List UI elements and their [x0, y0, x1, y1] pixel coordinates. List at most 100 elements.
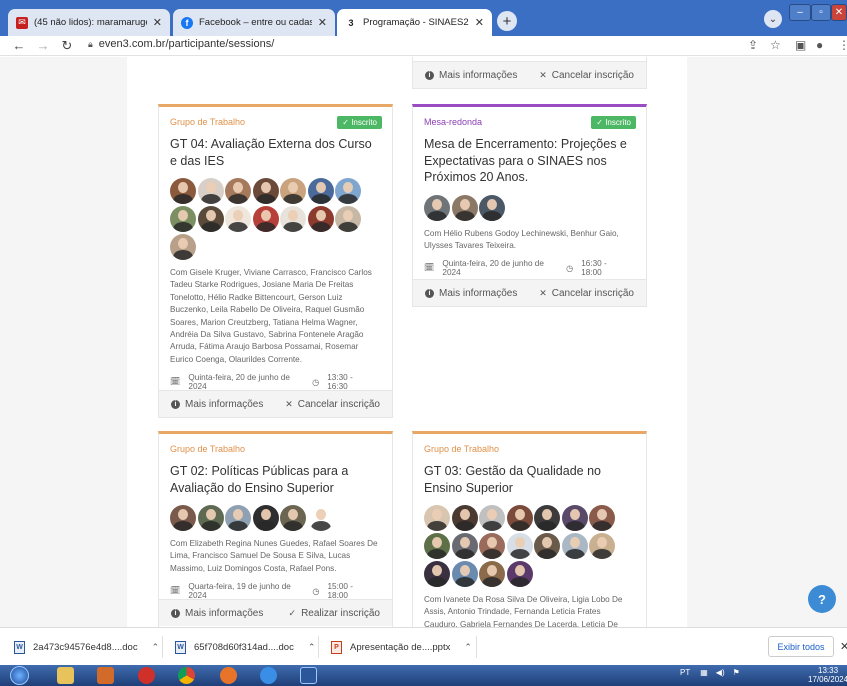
network-icon[interactable]: ▦ — [700, 668, 708, 677]
tab-facebook[interactable]: f Facebook – entre ou cadastre-se ✕ — [173, 9, 335, 36]
new-tab-button[interactable]: + — [497, 11, 517, 31]
more-info-link[interactable]: i Mais informações — [425, 288, 517, 299]
windows-taskbar: PT ▦ ◀) ⚑ 13:33 17/06/2024 — [0, 665, 847, 686]
bookmark-star-icon[interactable]: ☆ — [770, 38, 781, 52]
session-date: Quinta-feira, 20 de junho de 2024 — [442, 259, 544, 278]
downloads-bar: W 2a473c94576e4d8....doc ⌃ W 65f708d60f3… — [0, 627, 847, 665]
avatar — [589, 533, 615, 559]
tab-programacao[interactable]: 3 Programação - SINAES20ANOS ✕ — [337, 9, 492, 36]
word-icon[interactable] — [300, 667, 317, 684]
firefox-icon[interactable] — [220, 667, 237, 684]
language-indicator[interactable]: PT — [680, 668, 690, 677]
avatar — [197, 505, 224, 531]
reload-icon[interactable]: ↻ — [58, 38, 76, 54]
card-actions: i Mais informações ✕ Cancelar inscrição — [413, 279, 646, 306]
volume-icon[interactable]: ◀) — [716, 668, 725, 677]
card-actions: i Mais informações ✕ Cancelar inscrição — [159, 390, 392, 417]
download-item[interactable]: W 65f708d60f314ad....doc ⌃ — [175, 639, 315, 655]
close-window-icon[interactable]: ✕ — [831, 4, 847, 21]
speaker-avatars — [424, 505, 634, 589]
avatar — [534, 505, 560, 531]
minimize-window-icon[interactable]: – — [789, 4, 811, 21]
speakers-list: Com Hélio Rubens Godoy Lechinewski, Benh… — [424, 228, 619, 250]
clock-date: 17/06/2024 — [808, 675, 847, 684]
avatar — [479, 533, 505, 559]
card-actions: i Mais informações ✕ Cancelar inscrição — [413, 61, 646, 88]
close-tab-icon[interactable]: ✕ — [153, 16, 162, 29]
avatar — [170, 178, 196, 204]
clock-time: 13:33 — [818, 666, 839, 675]
show-all-downloads-button[interactable]: Exibir todos — [768, 636, 834, 657]
chrome-icon[interactable] — [178, 667, 195, 684]
media-player-icon[interactable] — [97, 667, 114, 684]
session-datetime: 🗓︎ Quarta-feira, 19 de junho de 2024 ◷ 15:… — [170, 582, 381, 600]
session-title: GT 02: Políticas Públicas para a Avaliaç… — [170, 464, 349, 495]
avatar — [197, 178, 224, 204]
session-date: Quinta-feira, 20 de junho de 2024 — [188, 373, 290, 392]
internet-explorer-icon[interactable] — [260, 667, 277, 684]
avatar — [424, 533, 450, 559]
speaker-avatars — [170, 178, 380, 262]
file-explorer-icon[interactable] — [57, 667, 74, 684]
cancel-registration-link[interactable]: ✕ Cancelar inscrição — [539, 288, 634, 299]
help-chat-button[interactable]: ? — [808, 585, 836, 613]
avatar — [307, 206, 334, 232]
download-filename: 2a473c94576e4d8....doc — [33, 641, 138, 653]
avatar — [451, 561, 478, 587]
tab-title: Programação - SINAES20ANOS — [363, 17, 469, 28]
share-icon[interactable]: ⇪ — [748, 38, 758, 52]
chevron-up-icon[interactable]: ⌃ — [464, 642, 472, 653]
badge-label: Inscrito — [605, 118, 631, 127]
menu-kebab-icon[interactable]: ⋮ — [838, 38, 847, 52]
chevron-up-icon[interactable]: ⌃ — [308, 642, 316, 653]
close-tab-icon[interactable]: ✕ — [318, 16, 327, 29]
more-info-label: Mais informações — [185, 398, 264, 410]
avatar — [424, 194, 450, 221]
speaker-avatars — [424, 194, 634, 223]
avatar — [589, 505, 615, 531]
session-card-gt03: Grupo de Trabalho GT 03: Gestão da Quali… — [412, 431, 647, 627]
maximize-window-icon[interactable]: ▫ — [811, 4, 831, 21]
session-time: 13:30 - 16:30 — [327, 373, 353, 392]
forward-arrow-icon[interactable]: → — [34, 38, 52, 53]
avatar — [280, 206, 306, 232]
download-item[interactable]: P Apresentação de....pptx ⌃ — [331, 639, 472, 655]
cancel-registration-link[interactable]: ✕ Cancelar inscrição — [539, 70, 634, 81]
card-actions: i Mais informações ✓ Realizar inscrição — [159, 599, 392, 626]
cancel-label: Cancelar inscrição — [297, 398, 380, 410]
avatar — [506, 505, 533, 531]
close-tab-icon[interactable]: ✕ — [475, 16, 484, 29]
close-downloads-icon[interactable]: ✕ — [840, 640, 847, 653]
tab-search-chevron-icon[interactable]: ⌄ — [764, 10, 782, 28]
side-panel-icon[interactable]: ▣ — [795, 38, 806, 52]
cancel-registration-link[interactable]: ✕ Cancelar inscrição — [285, 399, 380, 410]
calendar-icon: 🗓︎ — [424, 263, 435, 273]
chevron-up-icon[interactable]: ⌃ — [152, 642, 160, 653]
opera-icon[interactable] — [138, 667, 155, 684]
info-icon: i — [425, 288, 434, 298]
cancel-label: Cancelar inscrição — [551, 69, 634, 81]
more-info-label: Mais informações — [185, 607, 264, 619]
session-card-gt04: Grupo de Trabalho ✓ Inscrito GT 04: Aval… — [158, 104, 393, 418]
download-item[interactable]: W 2a473c94576e4d8....doc ⌃ — [14, 639, 159, 655]
register-link[interactable]: ✓ Realizar inscrição — [289, 608, 380, 619]
lock-icon: 🔒︎ — [88, 38, 93, 49]
clock-icon: ◷ — [312, 587, 320, 597]
taskbar-clock[interactable]: 13:33 17/06/2024 — [808, 666, 847, 684]
avatar — [335, 206, 361, 232]
address-bar[interactable]: 🔒︎ even3.com.br/participante/sessions/ — [88, 38, 274, 50]
avatar — [252, 206, 279, 232]
clock-icon: ◷ — [312, 378, 320, 388]
tab-gmail[interactable]: ✉ (45 não lidos): maramarugeiro@... ✕ — [8, 9, 170, 36]
back-arrow-icon[interactable]: ← — [10, 38, 28, 53]
check-icon: ✓ — [342, 118, 352, 127]
flag-icon[interactable]: ⚑ — [733, 668, 740, 677]
more-info-link[interactable]: i Mais informações — [171, 399, 263, 410]
more-info-link[interactable]: i Mais informações — [425, 70, 517, 81]
profile-avatar-icon[interactable]: ● — [816, 38, 823, 52]
avatar — [479, 561, 505, 587]
tab-title: Facebook – entre ou cadastre-se — [199, 17, 312, 28]
more-info-link[interactable]: i Mais informações — [171, 608, 263, 619]
speakers-list: Com Gisele Kruger, Viviane Carrasco, Fra… — [170, 268, 372, 364]
start-button[interactable] — [10, 666, 29, 685]
